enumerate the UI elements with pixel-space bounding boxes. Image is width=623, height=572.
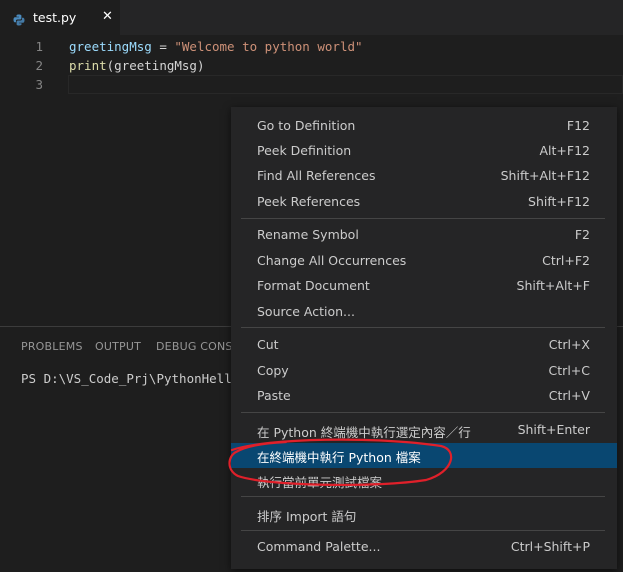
token-variable: greetingMsg <box>69 39 152 54</box>
menu-item-label: Command Palette... <box>257 539 381 554</box>
menu-item-label: Find All References <box>257 168 376 183</box>
editor-tab-bar: test.py ✕ <box>0 0 623 35</box>
menu-item-command-palette[interactable]: Command Palette... Ctrl+Shift+P <box>231 535 617 560</box>
menu-separator <box>241 218 605 219</box>
context-menu: Go to Definition F12 Peek Definition Alt… <box>231 107 617 569</box>
menu-item-label: Paste <box>257 388 291 403</box>
tab-problems[interactable]: PROBLEMS <box>21 340 83 353</box>
terminal-prompt[interactable]: PS D:\VS_Code_Prj\PythonHello> <box>21 371 247 386</box>
code-line: 3 <box>0 75 623 94</box>
menu-item-shortcut: Shift+Alt+F <box>516 278 590 293</box>
tab-debug-console[interactable]: DEBUG CONSO <box>156 340 241 353</box>
tab-output[interactable]: OUTPUT <box>95 340 141 353</box>
menu-item-label: Cut <box>257 337 279 352</box>
menu-item-copy[interactable]: Copy Ctrl+C <box>231 359 617 384</box>
menu-item-shortcut: Shift+Alt+F12 <box>500 168 590 183</box>
menu-item-label: Format Document <box>257 278 370 293</box>
menu-item-shortcut: F2 <box>574 227 590 242</box>
menu-item-source-action[interactable]: Source Action... <box>231 300 617 325</box>
menu-item-cut[interactable]: Cut Ctrl+X <box>231 333 617 358</box>
menu-separator <box>241 327 605 328</box>
tab-label: test.py <box>33 10 77 25</box>
menu-item-label: Change All Occurrences <box>257 253 407 268</box>
line-number: 3 <box>35 77 43 92</box>
menu-item-peek-definition[interactable]: Peek Definition Alt+F12 <box>231 139 617 164</box>
line-number: 2 <box>35 58 43 73</box>
token-function: print <box>69 58 107 73</box>
menu-item-peek-references[interactable]: Peek References Shift+F12 <box>231 190 617 215</box>
menu-item-shortcut: Shift+F12 <box>528 194 590 209</box>
menu-separator <box>241 412 605 413</box>
menu-item-label: Peek Definition <box>257 143 352 158</box>
menu-item-label: Source Action... <box>257 304 355 319</box>
menu-item-shortcut: Ctrl+Shift+P <box>510 539 590 554</box>
code-line: 2 print(greetingMsg) <box>0 56 623 75</box>
menu-item-paste[interactable]: Paste Ctrl+V <box>231 384 617 409</box>
menu-item-label: Go to Definition <box>257 118 356 133</box>
menu-item-sort-imports[interactable]: 排序 Import 語句 <box>231 502 617 527</box>
menu-item-label: Peek References <box>257 194 361 209</box>
token-operator: = <box>151 39 175 54</box>
menu-separator <box>241 496 605 497</box>
menu-item-rename-symbol[interactable]: Rename Symbol F2 <box>231 223 617 248</box>
menu-item-go-to-definition[interactable]: Go to Definition F12 <box>231 114 617 139</box>
menu-separator <box>241 530 605 531</box>
menu-item-shortcut: Ctrl+X <box>548 337 590 352</box>
tab-test-py[interactable]: test.py ✕ <box>0 0 121 35</box>
menu-item-shortcut: Ctrl+F2 <box>542 253 590 268</box>
menu-item-label: 排序 Import 語句 <box>257 509 357 524</box>
menu-item-change-all-occurrences[interactable]: Change All Occurrences Ctrl+F2 <box>231 249 617 274</box>
menu-item-shortcut: Ctrl+C <box>548 363 590 378</box>
menu-item-label: Copy <box>257 363 289 378</box>
token-string: "Welcome to python world" <box>174 39 363 54</box>
menu-item-shortcut: Ctrl+V <box>548 388 590 403</box>
code-line: 1 greetingMsg = "Welcome to python world… <box>0 37 623 56</box>
menu-item-label: Rename Symbol <box>257 227 359 242</box>
menu-item-shortcut: F12 <box>566 118 590 133</box>
annotation-circle <box>228 438 453 487</box>
menu-item-format-document[interactable]: Format Document Shift+Alt+F <box>231 274 617 299</box>
line-number: 1 <box>35 39 43 54</box>
menu-item-shortcut: Alt+F12 <box>539 143 591 158</box>
token-args: (greetingMsg) <box>106 58 205 73</box>
python-icon <box>13 11 25 26</box>
code-text: print(greetingMsg) <box>69 56 204 75</box>
menu-item-shortcut: Shift+Enter <box>517 422 590 437</box>
menu-item-find-all-references[interactable]: Find All References Shift+Alt+F12 <box>231 164 617 189</box>
close-icon[interactable]: ✕ <box>102 9 113 24</box>
code-text: greetingMsg = "Welcome to python world" <box>69 37 363 56</box>
